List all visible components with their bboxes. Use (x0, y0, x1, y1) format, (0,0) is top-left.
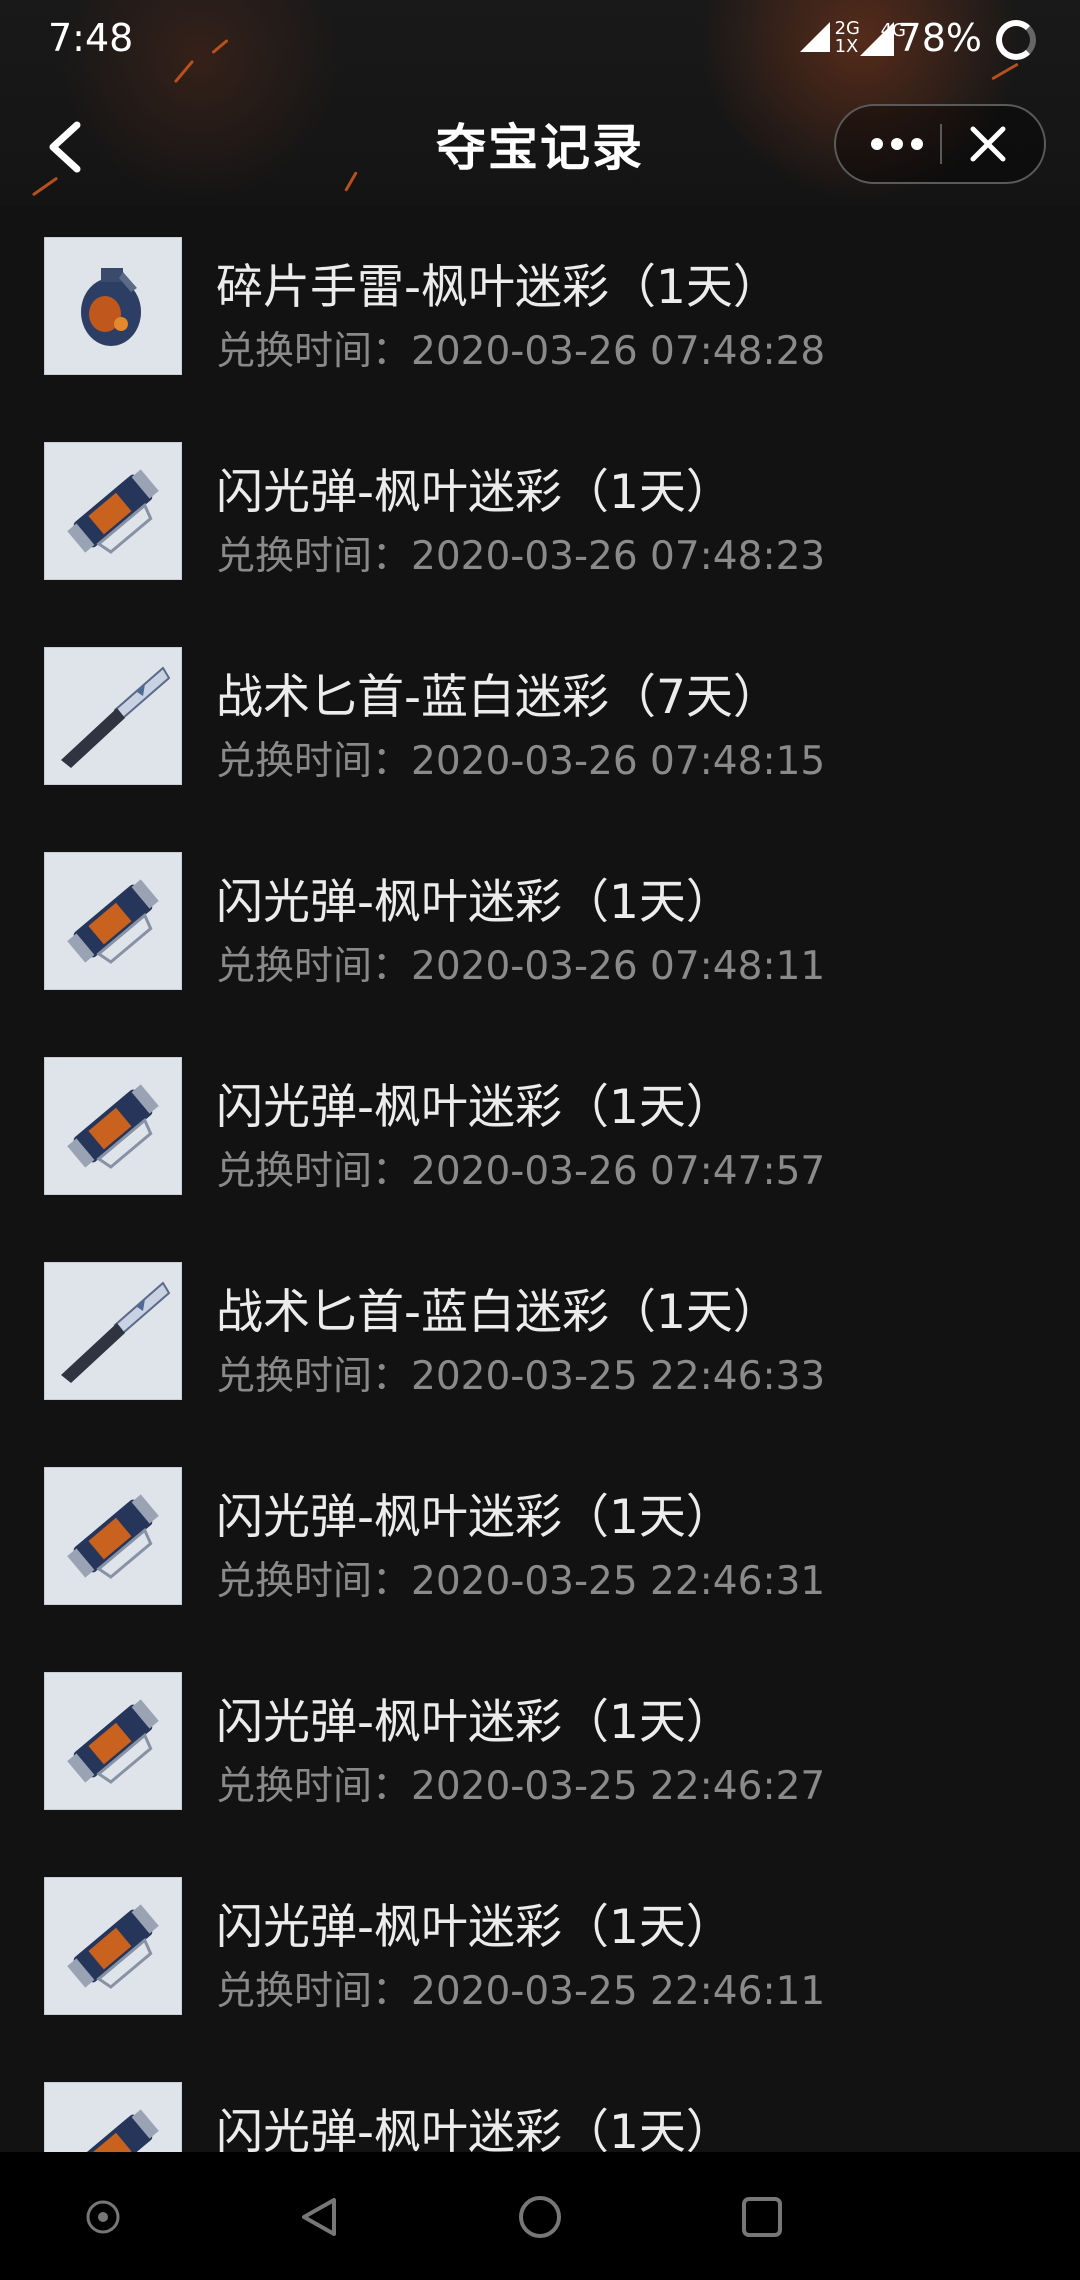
home-circle-icon (519, 2196, 561, 2238)
capsule-divider (940, 124, 942, 164)
flashbang-thumbnail (44, 1877, 182, 2015)
flashbang-icon (67, 1904, 159, 1989)
record-list: 碎片手雷-枫叶迷彩（1天） 兑换时间：2020-03-26 07:48:28 闪… (0, 206, 1080, 2152)
recents-button[interactable] (727, 2182, 797, 2252)
flashbang-thumbnail (44, 2082, 182, 2152)
assistant-button[interactable] (68, 2182, 138, 2252)
list-item[interactable]: 战术匕首-蓝白迷彩（1天） 兑换时间：2020-03-25 22:46:33 (0, 1231, 1080, 1436)
list-item[interactable]: 闪光弹-枫叶迷彩（1天） 兑换时间：2020-03-25 22:46:27 (0, 1641, 1080, 1846)
flashbang-thumbnail (44, 1057, 182, 1195)
redeem-time: 兑换时间：2020-03-26 07:48:15 (216, 739, 826, 784)
close-icon (970, 126, 1006, 162)
grenade-thumbnail (44, 237, 182, 375)
item-name: 闪光弹-枫叶迷彩（1天） (216, 2105, 733, 2152)
title-bar: 夺宝记录 (0, 90, 1080, 200)
knife-thumbnail (44, 1262, 182, 1400)
redeem-time: 兑换时间：2020-03-25 22:46:11 (216, 1969, 826, 2014)
flashbang-thumbnail (44, 1672, 182, 1810)
redeem-time: 兑换时间：2020-03-26 07:48:23 (216, 534, 826, 579)
item-name: 闪光弹-枫叶迷彩（1天） (216, 1080, 733, 1135)
redeem-time: 兑换时间：2020-03-25 22:46:27 (216, 1764, 826, 1809)
list-item[interactable]: 闪光弹-枫叶迷彩（1天） 兑换时间：2020-03-25 22:46:11 (0, 1846, 1080, 2051)
signal-2g-label: 2G 1X (835, 20, 860, 56)
signal-1x-text: 1X (834, 36, 859, 57)
knife-icon (61, 666, 171, 768)
status-bar: 7:48 2G 1X 4G 78% (0, 0, 1080, 80)
target-icon (86, 2200, 120, 2234)
knife-thumbnail (44, 647, 182, 785)
redeem-time: 兑换时间：2020-03-26 07:48:11 (216, 944, 826, 989)
back-nav-button[interactable] (284, 2182, 354, 2252)
item-name: 战术匕首-蓝白迷彩（7天） (216, 670, 780, 725)
home-button[interactable] (505, 2182, 575, 2252)
flashbang-icon (67, 1084, 159, 1169)
item-name: 闪光弹-枫叶迷彩（1天） (216, 875, 733, 930)
list-item[interactable]: 闪光弹-枫叶迷彩（1天） 兑换时间：2020-03-26 07:48:23 (0, 411, 1080, 616)
recents-square-icon (742, 2197, 782, 2237)
list-item[interactable]: 战术匕首-蓝白迷彩（7天） 兑换时间：2020-03-26 07:48:15 (0, 616, 1080, 821)
item-name: 战术匕首-蓝白迷彩（1天） (216, 1285, 780, 1340)
flashbang-thumbnail (44, 852, 182, 990)
signal-icon (800, 22, 830, 52)
list-item[interactable]: 闪光弹-枫叶迷彩（1天） 兑换时间：2020-03-26 07:47:57 (0, 1026, 1080, 1231)
list-item[interactable]: 闪光弹-枫叶迷彩（1天） 兑换时间：2020-03-26 07:48:11 (0, 821, 1080, 1026)
back-triangle-icon (302, 2198, 336, 2236)
list-item[interactable]: 闪光弹-枫叶迷彩（1天） (0, 2051, 1080, 2152)
battery-percent: 78% (897, 16, 982, 60)
battery-icon (996, 20, 1036, 60)
item-name: 闪光弹-枫叶迷彩（1天） (216, 1490, 733, 1545)
flashbang-thumbnail (44, 442, 182, 580)
knife-icon (61, 1281, 171, 1383)
flashbang-icon (67, 879, 159, 964)
signal-4g-icon (860, 22, 894, 56)
list-item[interactable]: 闪光弹-枫叶迷彩（1天） 兑换时间：2020-03-25 22:46:31 (0, 1436, 1080, 1641)
item-name: 闪光弹-枫叶迷彩（1天） (216, 1695, 733, 1750)
flashbang-icon (67, 469, 159, 554)
status-time: 7:48 (48, 16, 134, 60)
close-button[interactable] (948, 106, 1028, 182)
flashbang-icon (67, 1494, 159, 1579)
redeem-time: 兑换时间：2020-03-26 07:47:57 (216, 1149, 826, 1194)
system-nav-bar (0, 2152, 1080, 2280)
redeem-time: 兑换时间：2020-03-25 22:46:31 (216, 1559, 826, 1604)
more-button[interactable] (852, 106, 942, 182)
redeem-time: 兑换时间：2020-03-26 07:48:28 (216, 329, 826, 374)
list-item[interactable]: 碎片手雷-枫叶迷彩（1天） 兑换时间：2020-03-26 07:48:28 (0, 206, 1080, 411)
flashbang-icon (73, 2109, 159, 2152)
item-name: 闪光弹-枫叶迷彩（1天） (216, 465, 733, 520)
redeem-time: 兑换时间：2020-03-25 22:46:33 (216, 1354, 826, 1399)
flashbang-thumbnail (44, 1467, 182, 1605)
more-dots-icon (871, 138, 923, 150)
item-name: 碎片手雷-枫叶迷彩（1天） (216, 260, 780, 315)
grenade-icon (81, 268, 141, 346)
flashbang-icon (67, 1699, 159, 1784)
mini-program-capsule (834, 104, 1046, 184)
item-name: 闪光弹-枫叶迷彩（1天） (216, 1900, 733, 1955)
